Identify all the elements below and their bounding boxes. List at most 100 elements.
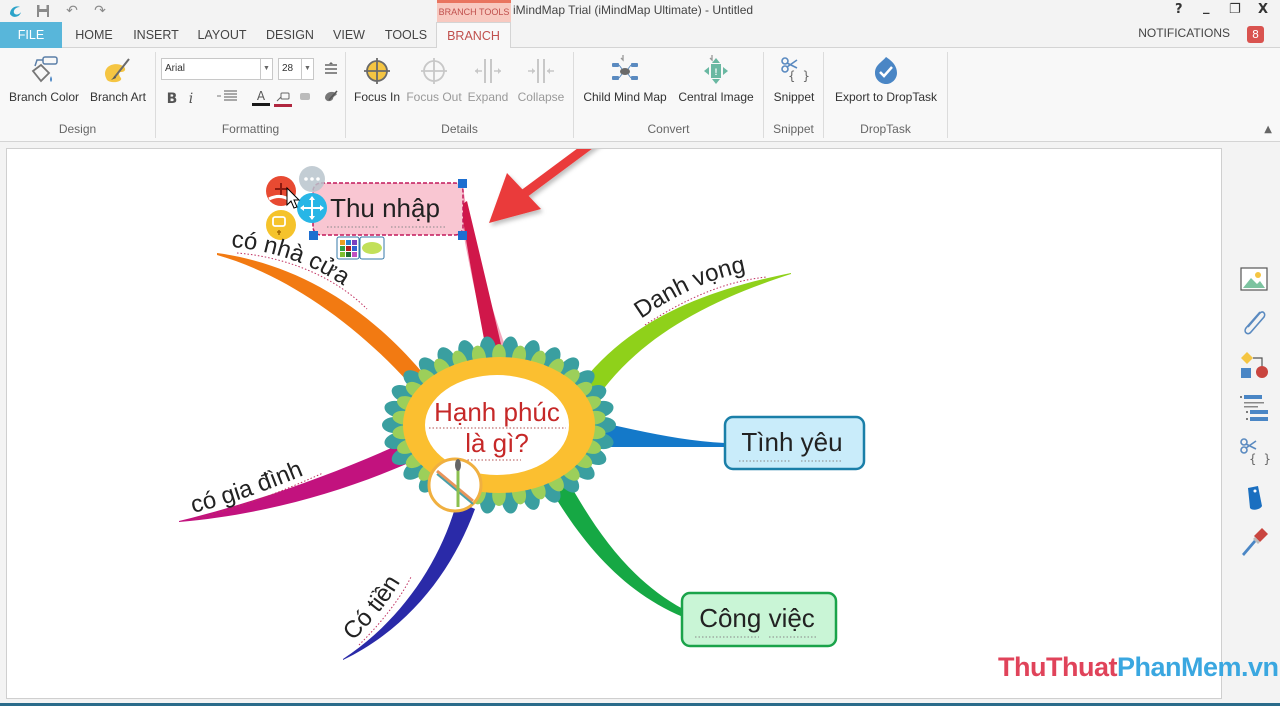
svg-text:!: ! [715,67,718,77]
minimize-button[interactable]: _ [1203,0,1210,15]
notifications-count-badge: 8 [1247,26,1264,43]
window-title: iMindMap Trial (iMindMap Ultimate) - Unt… [513,3,754,17]
text-spacing-button[interactable] [321,60,341,82]
tab-layout[interactable]: LAYOUT [190,22,254,48]
ribbon-group-convert: Child Mind Map ! Central Image Convert [574,52,764,138]
font-size-select[interactable]: 28 ▼ [278,58,314,80]
paint-bucket-icon [31,56,58,83]
focus-out-button[interactable]: Focus Out [404,52,464,104]
tab-tools[interactable]: TOOLS [378,22,434,48]
tab-file[interactable]: FILE [0,22,62,48]
close-button[interactable]: X [1258,2,1268,17]
paperclip-icon[interactable] [1238,306,1270,338]
undo-icon[interactable]: ↶ [63,3,81,19]
image-icon[interactable] [1238,264,1270,296]
scissors-braces-icon: { } [781,57,810,83]
svg-text:{ }: { } [1249,452,1270,466]
branch-line-color-swatch [274,104,292,107]
branch-line-color-button[interactable] [274,88,292,110]
topic-tinh-yeu[interactable]: Tình yêu [723,415,866,471]
expand-icon [475,59,501,83]
restore-button[interactable]: ❐ [1229,2,1241,17]
font-color-button[interactable]: A [252,88,270,110]
watermark: ThuThuatPhanMem.vn [998,652,1279,683]
annotation-arrow [489,149,592,223]
box-shape-button[interactable] [359,236,385,260]
branch-tools-context-label: BRANCH TOOLS [437,0,511,22]
child-mind-map-button[interactable]: Child Mind Map [580,52,670,104]
tab-insert[interactable]: INSERT [126,22,186,48]
box-fill-icon [300,93,310,100]
branch-color-button[interactable]: Branch Color [6,52,82,104]
droptask-icon [875,57,897,84]
child-mind-map-icon [612,55,638,80]
tab-design[interactable]: DESIGN [258,22,322,48]
mind-map-canvas[interactable]: Hạnh phúc là gì? Thu nhập có nhà cửa Dan… [6,148,1222,699]
more-options-button[interactable] [299,166,325,192]
font-size-value: 28 [282,63,294,74]
branch-style-button[interactable] [321,88,341,110]
ribbon-group-design: Branch Color Branch Art Design [0,52,156,138]
child-mind-map-label: Child Mind Map [583,90,667,104]
move-handle-button[interactable] [297,193,327,223]
branch-art-brush-icon[interactable] [427,457,483,513]
focus-out-label: Focus Out [406,90,462,104]
central-topic-line1: Hạnh phúc [434,397,560,427]
right-side-toolbar: { } [1228,148,1280,703]
collapse-ribbon-chevron-up-icon[interactable]: ▲ [1264,124,1272,135]
title-bar: ↶ ↷ BRANCH TOOLS iMindMap Trial (iMindMa… [0,0,1280,22]
imindmap-window: ↶ ↷ BRANCH TOOLS iMindMap Trial (iMindMa… [0,0,1280,706]
expand-button[interactable]: Expand [466,52,510,104]
central-image-button[interactable]: ! Central Image [674,52,758,104]
resize-handle[interactable] [458,179,467,188]
details-group-label: Details [441,122,478,136]
help-button[interactable]: ? [1175,2,1183,17]
tab-home[interactable]: HOME [66,22,122,48]
snippet-label: Snippet [773,90,815,104]
ribbon-tabs: FILE HOME INSERT LAYOUT DESIGN VIEW TOOL… [0,22,1280,49]
branch-outline-icon [276,92,290,102]
outline-list-icon[interactable] [1238,392,1270,424]
format-painter-brush-icon[interactable] [1238,526,1270,558]
align-button[interactable] [214,88,240,110]
snippet-group-label: Snippet [773,122,814,136]
branch-cong-viec[interactable] [549,479,683,617]
branch-tinh-yeu[interactable] [603,423,725,447]
bold-button[interactable]: B [164,88,180,110]
topic-label-tinh-yeu: Tình yêu [741,427,842,457]
ribbon-group-snippet: { } Snippet Snippet [764,52,824,138]
export-to-droptask-label: Export to DropTask [834,90,938,104]
italic-button[interactable]: i [184,88,198,110]
tag-icon[interactable] [1238,482,1270,514]
resize-handle[interactable] [309,231,318,240]
focus-in-button[interactable]: Focus In [354,52,400,104]
resize-handle[interactable] [458,231,467,240]
redo-icon[interactable]: ↷ [91,3,109,19]
palette-icon [325,90,338,102]
svg-text:Có tiền: Có tiền [338,571,406,646]
topic-cong-viec[interactable]: Công việc [680,591,838,648]
tab-view[interactable]: VIEW [326,22,372,48]
notifications-button[interactable]: NOTIFICATIONS [1138,26,1230,40]
branch-art-button[interactable]: Branch Art [86,52,150,104]
droptask-group-label: DropTask [860,122,911,136]
expand-label: Expand [467,90,509,104]
palette-brush-icon [105,58,130,83]
app-logo-icon[interactable] [6,3,24,19]
snippet-button[interactable]: { } Snippet [768,52,820,104]
collapse-button[interactable]: Collapse [514,52,568,104]
relationship-shapes-icon[interactable] [1238,350,1270,382]
topic-thu-nhap[interactable]: Thu nhập [309,179,467,260]
tab-branch[interactable]: BRANCH [436,22,511,49]
topic-label-cong-viec: Công việc [699,603,815,633]
box-fill-button[interactable] [296,88,312,110]
font-family-select[interactable]: Arial ▼ [161,58,273,80]
topic-label-co-tien: Có tiền [338,571,406,646]
snippets-scissors-icon[interactable]: { } [1238,436,1270,468]
export-to-droptask-button[interactable]: Export to DropTask [830,52,942,104]
central-topic[interactable]: Hạnh phúc là gì? [382,336,616,515]
topic-co-tien[interactable]: Có tiền [338,571,412,646]
color-palette-button[interactable] [336,236,360,260]
save-icon[interactable] [34,3,52,19]
text-spacing-icon [325,62,337,74]
